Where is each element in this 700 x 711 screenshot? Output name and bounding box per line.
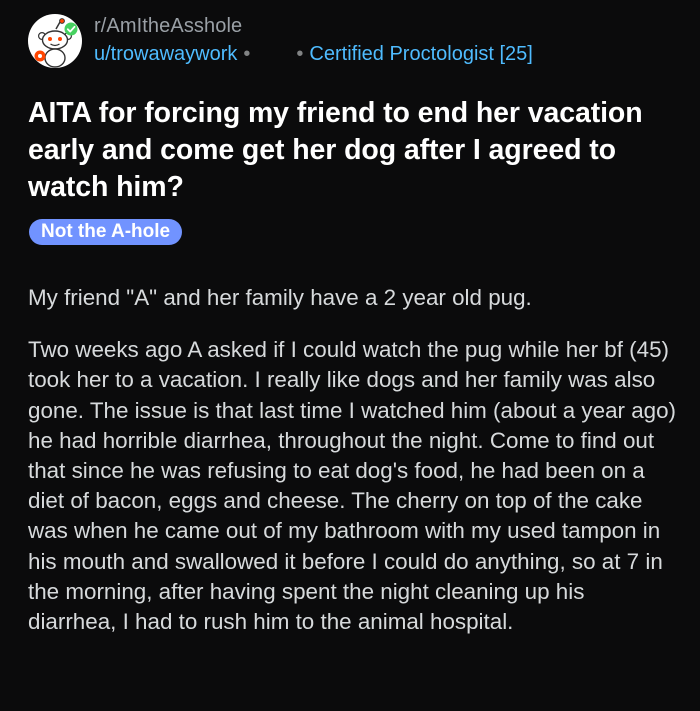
body-paragraph-1: My friend "A" and her family have a 2 ye… xyxy=(28,285,532,310)
reddit-snoo-avatar-icon[interactable] xyxy=(28,14,82,68)
post-title: AITA for forcing my friend to end her va… xyxy=(28,97,643,203)
username-link[interactable]: u/trowawaywork xyxy=(94,42,237,66)
separator-dot-2: • xyxy=(296,43,304,65)
subreddit-link[interactable]: r/AmItheAsshole xyxy=(94,14,533,38)
post-header: r/AmItheAsshole u/trowawaywork • • Certi… xyxy=(28,14,533,68)
post-flair-badge[interactable]: Not the A-hole xyxy=(29,219,183,245)
post-body: My friend "A" and her family have a 2 ye… xyxy=(28,283,678,637)
author-line: u/trowawaywork • • Certified Proctologis… xyxy=(94,42,533,66)
post-meta: r/AmItheAsshole u/trowawaywork • • Certi… xyxy=(94,14,533,66)
user-flair: Certified Proctologist [25] xyxy=(309,43,533,65)
separator-dot: • xyxy=(243,43,251,65)
body-paragraph-2: Two weeks ago A asked if I could watch t… xyxy=(28,337,677,635)
